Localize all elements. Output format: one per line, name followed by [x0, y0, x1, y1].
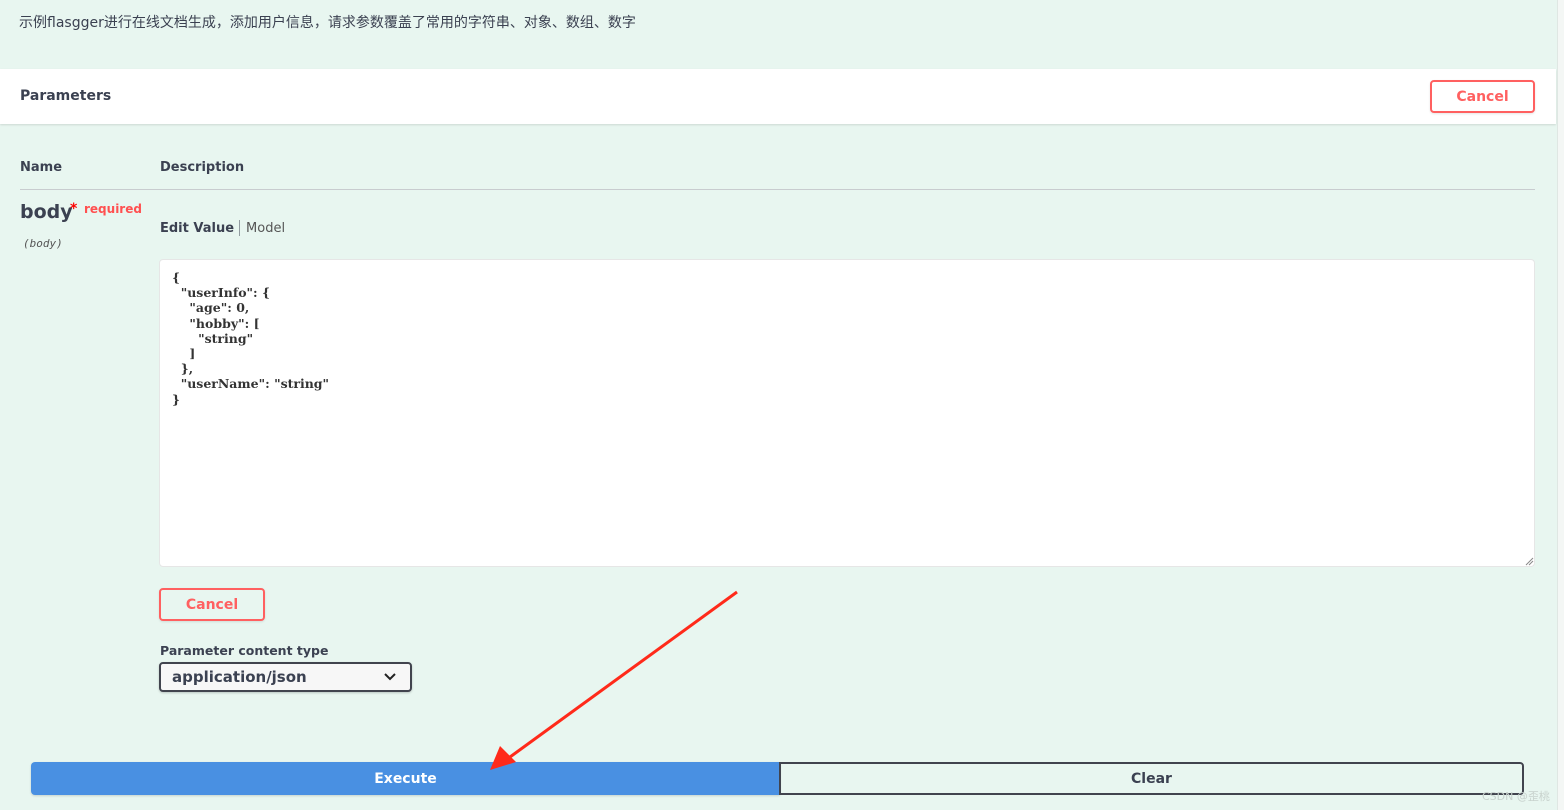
- body-tabs: Edit Value Model: [160, 220, 285, 236]
- parameter-location: (body): [23, 237, 63, 250]
- body-editor-textarea[interactable]: { "userInfo": { "age": 0, "hobby": [ "st…: [159, 259, 1535, 567]
- parameters-title: Parameters: [20, 88, 112, 104]
- swagger-operation-panel: 示例flasgger进行在线文档生成，添加用户信息，请求参数覆盖了常用的字符串、…: [0, 0, 1564, 810]
- required-label: required: [84, 202, 142, 216]
- header-divider: [20, 189, 1535, 190]
- parameters-header: Parameters: [0, 69, 1556, 124]
- page-scrollbar[interactable]: [1557, 0, 1564, 810]
- tab-edit-value[interactable]: Edit Value: [160, 221, 239, 236]
- execute-button[interactable]: Execute: [31, 762, 780, 795]
- content-type-label: Parameter content type: [160, 643, 329, 658]
- clear-button[interactable]: Clear: [779, 762, 1524, 795]
- chevron-down-icon: [384, 673, 396, 681]
- column-header-name: Name: [20, 160, 63, 175]
- required-star: *: [70, 201, 78, 217]
- parameter-name: body: [20, 201, 73, 223]
- watermark: CSDN @歪桃: [1482, 790, 1550, 803]
- tab-model[interactable]: Model: [240, 221, 285, 236]
- tab-separator: [239, 220, 241, 236]
- column-header-description: Description: [160, 160, 245, 175]
- content-type-selected-value: application/json: [172, 668, 307, 686]
- operation-description: 示例flasgger进行在线文档生成，添加用户信息，请求参数覆盖了常用的字符串、…: [19, 15, 636, 31]
- try-out-cancel-button[interactable]: Cancel: [1430, 80, 1535, 113]
- resize-handle-icon[interactable]: [1524, 556, 1534, 566]
- content-type-select[interactable]: application/json: [159, 662, 412, 692]
- body-cancel-button[interactable]: Cancel: [159, 588, 265, 621]
